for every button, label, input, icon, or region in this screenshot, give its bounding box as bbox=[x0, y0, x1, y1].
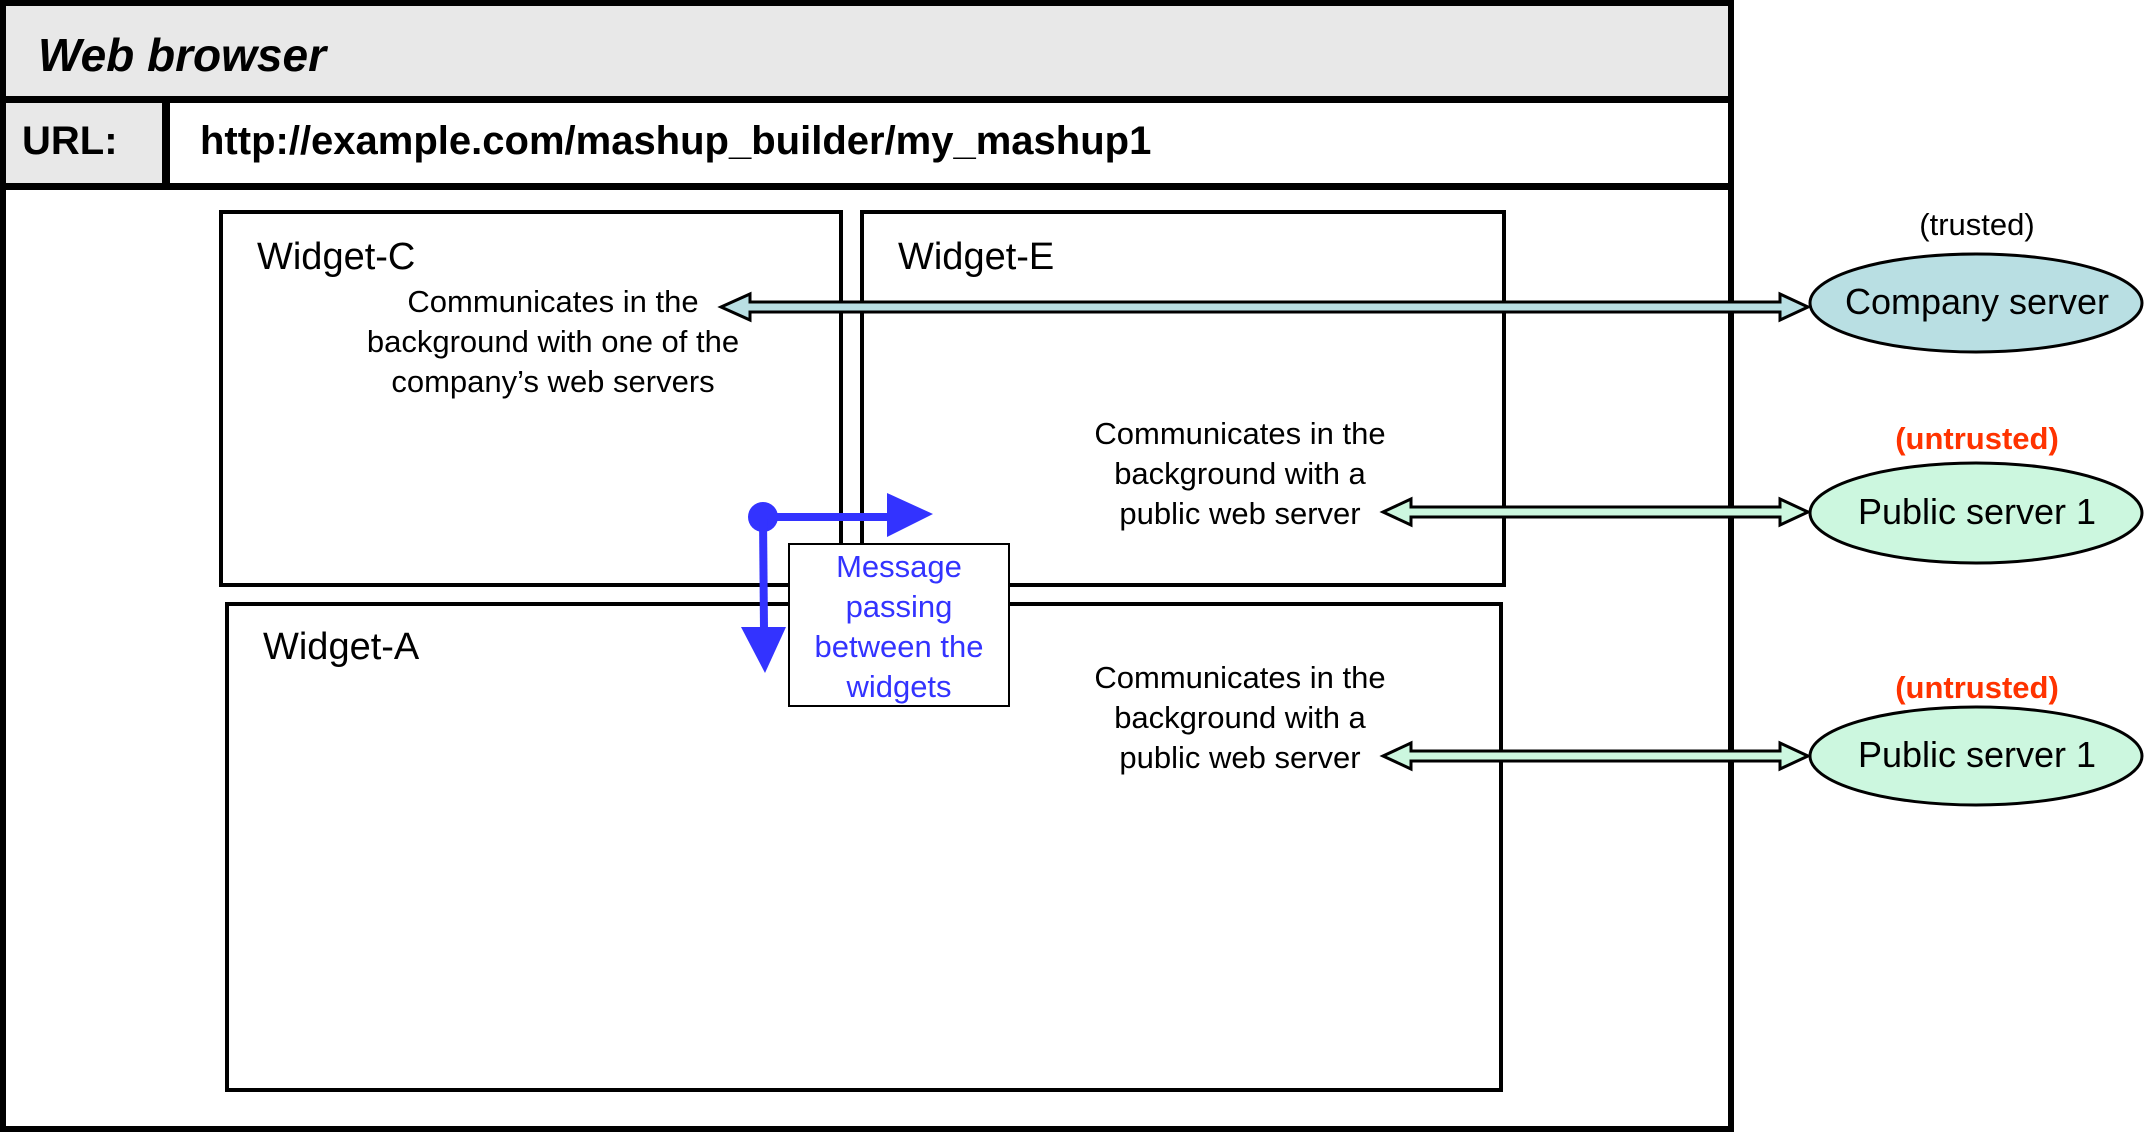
message-label-line: passing bbox=[845, 589, 953, 624]
untrusted-label: (untrusted) bbox=[1895, 421, 2059, 456]
message-arrow-down-shaft bbox=[759, 516, 768, 631]
untrusted-label: (untrusted) bbox=[1895, 670, 2059, 705]
bidirectional-arrow-public-2 bbox=[1379, 740, 1812, 772]
bidirectional-arrow-public-1 bbox=[1379, 496, 1812, 528]
bidirectional-arrow-company bbox=[717, 291, 1812, 323]
message-label-line: between the bbox=[814, 629, 984, 664]
trusted-label: (trusted) bbox=[1919, 207, 2035, 242]
message-label-line: Message bbox=[836, 549, 962, 584]
public-server-1-label: Public server 1 bbox=[1857, 491, 2097, 532]
message-label-line: widgets bbox=[846, 669, 952, 704]
message-arrow-down-head bbox=[741, 627, 786, 673]
diagram-overlay bbox=[717, 252, 2144, 807]
message-passing-label: Message passing between the widgets bbox=[788, 543, 1010, 707]
public-server-2-label: Public server 1 bbox=[1857, 734, 2097, 775]
company-server-label: Company server bbox=[1844, 281, 2110, 322]
message-arrow-right-head bbox=[887, 493, 933, 537]
